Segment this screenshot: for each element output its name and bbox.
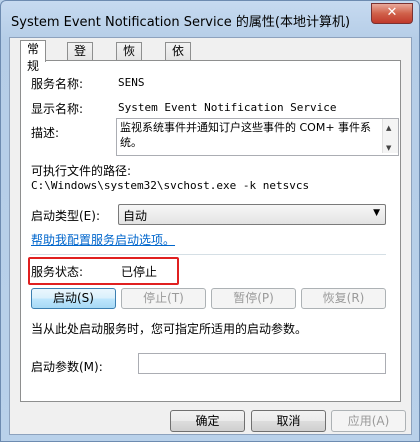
scroll-up-icon[interactable]: ▲ xyxy=(386,121,391,136)
description-box[interactable]: 监视系统事件并通知订户这些事件的 COM+ 事件系统。 ▲ ▼ xyxy=(116,118,399,156)
help-link[interactable]: 帮助我配置服务启动选项。 xyxy=(31,231,175,248)
chevron-down-icon: ▼ xyxy=(373,208,380,218)
ok-button[interactable]: 确定 xyxy=(170,410,245,432)
description-scrollbar[interactable]: ▲ ▼ xyxy=(382,119,398,153)
exe-path-value: C:\Windows\system32\svchost.exe -k netsv… xyxy=(31,179,310,192)
service-status-label: 服务状态: xyxy=(31,265,84,279)
dialog-body: 常规 登录 恢复 依存关系 服务名称: SENS 显示名称: System Ev… xyxy=(9,37,412,435)
divider xyxy=(30,254,386,255)
general-panel: 服务名称: SENS 显示名称: System Event Notificati… xyxy=(20,60,401,402)
description-label: 描述: xyxy=(31,126,60,140)
display-name-label: 显示名称: xyxy=(31,102,84,116)
start-params-hint: 当从此处启动服务时，您可指定所适用的启动参数。 xyxy=(31,322,308,336)
tab-recovery[interactable]: 恢复 xyxy=(116,42,143,75)
description-text: 监视系统事件并通知订户这些事件的 COM+ 事件系统。 xyxy=(120,121,372,149)
startup-type-select[interactable]: 自动 ▼ xyxy=(118,204,386,225)
tab-logon[interactable]: 登录 xyxy=(67,42,94,75)
service-name-label: 服务名称: xyxy=(31,77,84,91)
close-button[interactable]: ✕ xyxy=(371,3,413,24)
service-name-value: SENS xyxy=(118,76,145,89)
cancel-button[interactable]: 取消 xyxy=(251,410,326,432)
start-params-label: 启动参数(M): xyxy=(31,360,103,374)
apply-button[interactable]: 应用(A) xyxy=(331,410,406,432)
start-button[interactable]: 启动(S) xyxy=(31,288,116,309)
tab-dependencies[interactable]: 依存关系 xyxy=(165,42,192,109)
service-status-value: 已停止 xyxy=(121,265,158,279)
tab-general[interactable]: 常规 xyxy=(20,40,47,73)
startup-type-value: 自动 xyxy=(123,209,148,223)
title-bar: System Event Notification Service 的属性(本地… xyxy=(1,1,419,35)
exe-path-label: 可执行文件的路径: xyxy=(31,164,132,178)
resume-button[interactable]: 恢复(R) xyxy=(301,288,386,309)
stop-button[interactable]: 停止(T) xyxy=(121,288,206,309)
pause-button[interactable]: 暂停(P) xyxy=(211,288,296,309)
window-title: System Event Notification Service 的属性(本地… xyxy=(11,15,351,30)
start-params-input[interactable] xyxy=(138,353,386,374)
display-name-value: System Event Notification Service xyxy=(118,101,337,114)
properties-window: System Event Notification Service 的属性(本地… xyxy=(0,0,420,442)
startup-type-label: 启动类型(E): xyxy=(31,209,100,223)
scroll-down-icon[interactable]: ▼ xyxy=(386,141,391,155)
